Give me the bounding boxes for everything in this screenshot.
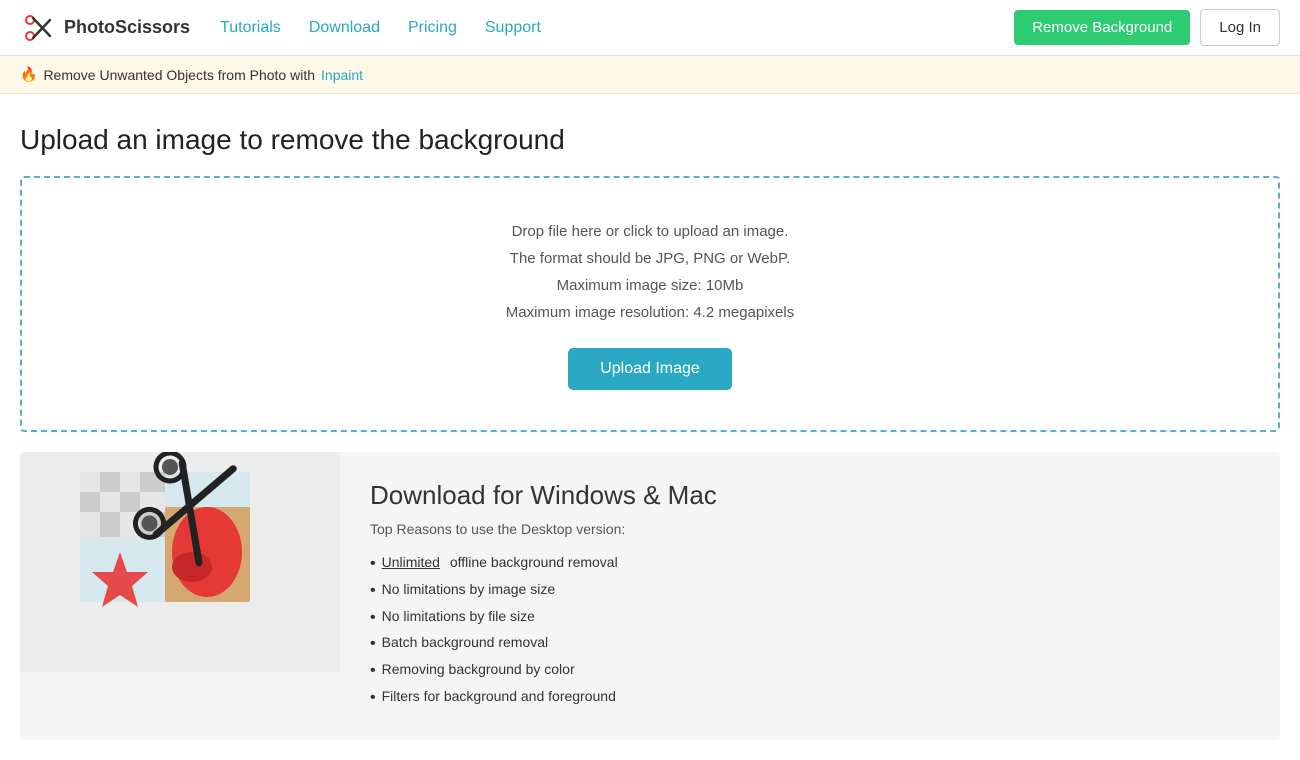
logo-text: PhotoScissors [64,17,190,38]
header: PhotoScissors Tutorials Download Pricing… [0,0,1300,56]
nav-pricing[interactable]: Pricing [408,19,457,37]
download-illustration [20,452,340,672]
logo-icon [20,10,56,46]
upload-line4: Maximum image resolution: 4.2 megapixels [506,299,794,326]
logo-area: PhotoScissors [20,10,190,46]
upload-line1: Drop file here or click to upload an ima… [506,218,794,245]
nav-support[interactable]: Support [485,19,541,37]
download-title: Download for Windows & Mac [370,480,1250,511]
feature-3: No limitations by file size [370,605,1250,632]
upload-dropzone[interactable]: Drop file here or click to upload an ima… [20,176,1280,432]
features-list: Unlimited offline background removal No … [370,551,1250,712]
page-title: Upload an image to remove the background [20,124,1280,156]
download-subtitle: Top Reasons to use the Desktop version: [370,521,1250,537]
feature-5: Removing background by color [370,658,1250,685]
download-content: Download for Windows & Mac Top Reasons t… [340,452,1280,740]
feature-2: No limitations by image size [370,578,1250,605]
nav-download[interactable]: Download [309,19,380,37]
banner-text: Remove Unwanted Objects from Photo with [43,67,315,83]
feature-6: Filters for background and foreground [370,685,1250,712]
feature-1: Unlimited offline background removal [370,551,1250,578]
upload-line3: Maximum image size: 10Mb [506,272,794,299]
feature-4: Batch background removal [370,631,1250,658]
download-section: Download for Windows & Mac Top Reasons t… [20,452,1280,740]
upload-description: Drop file here or click to upload an ima… [506,218,794,326]
banner-link[interactable]: Inpaint [321,67,363,83]
upload-line2: The format should be JPG, PNG or WebP. [506,245,794,272]
remove-background-button[interactable]: Remove Background [1014,10,1190,45]
header-actions: Remove Background Log In [1014,9,1280,46]
main-nav: Tutorials Download Pricing Support [220,19,1014,37]
nav-tutorials[interactable]: Tutorials [220,19,281,37]
illustration-svg [20,452,340,672]
login-button[interactable]: Log In [1200,9,1280,46]
promo-banner: 🔥 Remove Unwanted Objects from Photo wit… [0,56,1300,94]
banner-icon: 🔥 [20,66,37,83]
main-content: Upload an image to remove the background… [0,94,1300,760]
upload-image-button[interactable]: Upload Image [568,348,732,390]
feature-1-underline: Unlimited [382,554,440,570]
